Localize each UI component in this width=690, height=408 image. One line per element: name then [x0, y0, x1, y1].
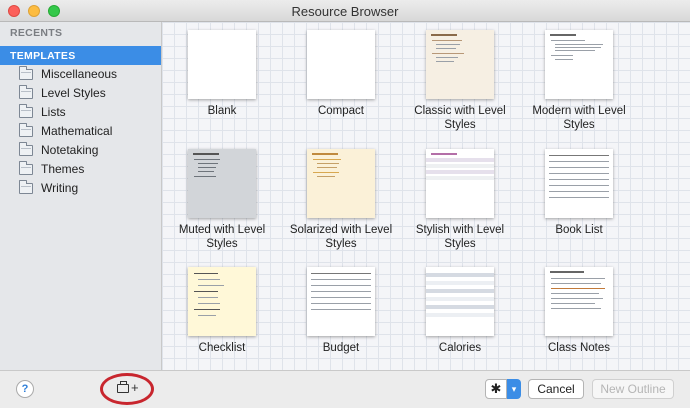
template-thumbnail [426, 149, 494, 218]
sidebar-item-label: Notetaking [41, 143, 99, 157]
template-thumbnail [545, 149, 613, 218]
sidebar-item-notetaking[interactable]: Notetaking [0, 141, 161, 160]
sidebar-item-label: Themes [41, 162, 85, 176]
folder-icon [19, 180, 33, 194]
template-label: Classic with Level Styles [414, 105, 506, 131]
sidebar-item-level-styles[interactable]: Level Styles [0, 84, 161, 103]
template-label: Solarized with Level Styles [289, 224, 393, 250]
title-bar: Resource Browser [0, 0, 690, 22]
cancel-button[interactable]: Cancel [528, 379, 584, 399]
gear-icon: ✱ [485, 379, 507, 399]
template-thumbnail [188, 267, 256, 336]
folder-icon [19, 123, 33, 137]
template-label: Blank [207, 105, 237, 117]
sidebar-recents[interactable]: RECENTS [10, 27, 62, 39]
sidebar-item-label: Level Styles [41, 86, 106, 100]
template-grid: Blank Compact Classic with Level Styles … [162, 22, 690, 370]
sidebar-templates[interactable]: TEMPLATES [0, 46, 161, 65]
window-title: Resource Browser [291, 4, 399, 19]
template-thumbnail [426, 267, 494, 336]
template-thumbnail [307, 149, 375, 218]
template-thumbnail [188, 30, 256, 99]
template-label: Calories [438, 342, 482, 354]
sidebar-item-miscellaneous[interactable]: Miscellaneous [0, 65, 161, 84]
template-label: Checklist [198, 342, 246, 354]
template-label: Book List [555, 224, 603, 236]
template-label: Stylish with Level Styles [415, 224, 505, 250]
template-thumbnail [426, 30, 494, 99]
plus-icon: + [131, 380, 139, 395]
camera-plus-icon [117, 381, 129, 393]
sidebar-item-label: Mathematical [41, 124, 113, 138]
folder-icon [19, 85, 33, 99]
template-label: Muted with Level Styles [178, 224, 266, 250]
folder-icon [19, 66, 33, 80]
template-thumbnail [545, 30, 613, 99]
gear-menu-button[interactable]: ✱ ▾ [485, 379, 521, 399]
template-thumbnail [545, 267, 613, 336]
sidebar-item-lists[interactable]: Lists [0, 103, 161, 122]
add-template-button[interactable]: + [112, 379, 142, 399]
sidebar-item-label: Writing [41, 181, 79, 195]
help-button[interactable]: ? [16, 380, 34, 398]
bottom-bar: ? + ✱ ▾ Cancel New Outline [0, 370, 690, 408]
sidebar-item-themes[interactable]: Themes [0, 160, 161, 179]
sidebar-item-label: Miscellaneous [41, 67, 118, 81]
template-label: Budget [322, 342, 360, 354]
folder-icon [19, 142, 33, 156]
sidebar: RECENTS TEMPLATES Miscellaneous Level St… [0, 22, 162, 370]
template-label: Modern with Level Styles [532, 105, 626, 131]
new-outline-button[interactable]: New Outline [592, 379, 674, 399]
chevron-down-icon: ▾ [507, 379, 521, 399]
template-label: Class Notes [548, 342, 610, 354]
template-thumbnail [188, 149, 256, 218]
folder-icon [19, 104, 33, 118]
template-label: Compact [317, 105, 365, 117]
template-thumbnail [307, 30, 375, 99]
sidebar-item-mathematical[interactable]: Mathematical [0, 122, 161, 141]
sidebar-item-writing[interactable]: Writing [0, 179, 161, 198]
sidebar-item-label: Lists [41, 105, 66, 119]
template-thumbnail [307, 267, 375, 336]
folder-icon [19, 161, 33, 175]
sidebar-templates-label: TEMPLATES [10, 50, 76, 62]
